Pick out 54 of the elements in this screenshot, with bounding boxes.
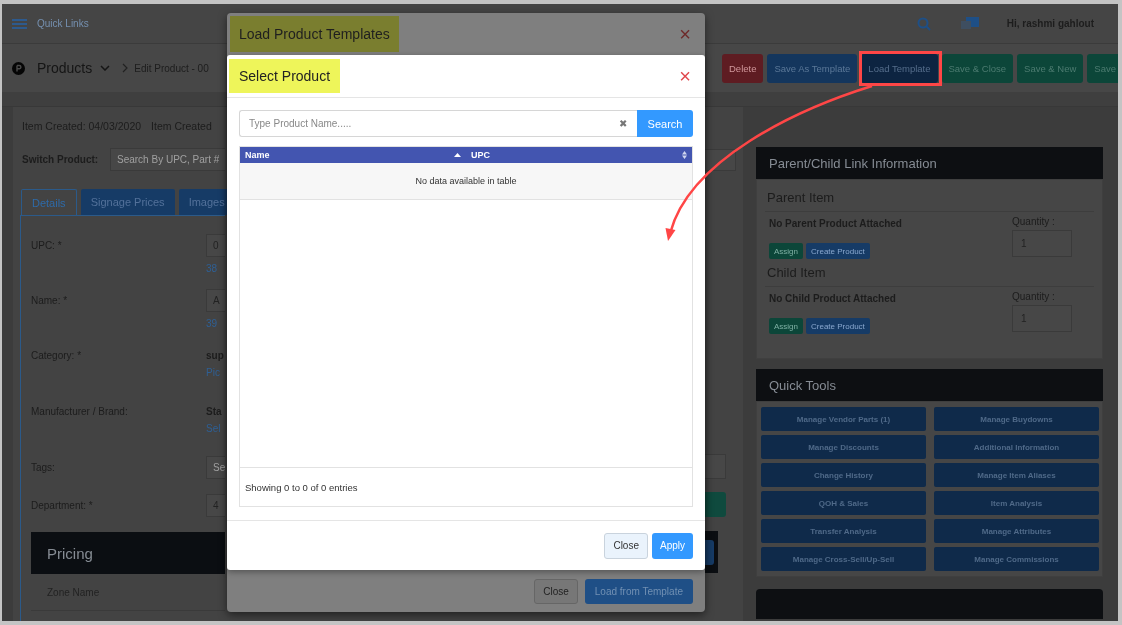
search-field[interactable]: Type Product Name..... ✖ (239, 110, 637, 137)
tool-button[interactable]: Manage Buydowns (934, 407, 1099, 431)
toolbar-button[interactable]: Save & New (1017, 53, 1084, 83)
tool-button[interactable]: Transfer Analysis (761, 519, 926, 543)
tool-button[interactable]: Manage Attributes (934, 519, 1099, 543)
sort-icon[interactable] (682, 151, 687, 159)
panel-header: Quick Tools (756, 369, 1103, 401)
panel-header: Parent/Child Link Information (756, 147, 1103, 179)
action-button[interactable]: Create Product (806, 318, 870, 334)
close-icon[interactable]: × (679, 24, 691, 44)
toolbar-button[interactable]: Save (1087, 53, 1118, 83)
empty-message: No data available in table (240, 163, 692, 200)
field-link[interactable]: Sel (206, 423, 222, 434)
tool-button[interactable]: Manage Vendor Parts (1) (761, 407, 926, 431)
modal-title: Load Product Templates (230, 16, 399, 52)
add-button[interactable] (703, 492, 726, 517)
input-field[interactable] (703, 454, 726, 479)
dialog-button[interactable]: Apply (652, 532, 693, 559)
table-info: Showing 0 to 0 of 0 entries (244, 480, 359, 495)
product-logo-icon (12, 61, 25, 75)
toolbar-button[interactable]: Load Template (861, 53, 938, 83)
panel-title: Pricing (46, 544, 93, 562)
field-link[interactable]: 38 (206, 263, 225, 274)
tool-button[interactable]: Manage Discounts (761, 435, 926, 459)
tool-button[interactable]: QOH & Sales (761, 491, 926, 515)
dialog-button[interactable]: Load from Template (584, 578, 693, 604)
tool-button[interactable]: Additional Information (934, 435, 1099, 459)
tool-button[interactable]: Manage Item Aliases (934, 463, 1099, 487)
tab[interactable]: Signage Prices (80, 189, 175, 215)
sort-up-icon[interactable] (454, 153, 461, 157)
quick-links-label[interactable]: Quick Links (37, 18, 89, 29)
dialog-button[interactable]: Close (604, 532, 648, 559)
close-icon[interactable]: × (679, 66, 691, 86)
dialog-button[interactable]: Close (534, 578, 578, 604)
modal-title: Select Product (229, 59, 341, 93)
input-field[interactable]: Se (206, 456, 225, 479)
action-button[interactable]: Assign (769, 318, 803, 334)
column-header[interactable]: UPC (471, 150, 490, 160)
tool-button[interactable]: Manage Cross-Sell/Up-Sell (761, 547, 926, 571)
field-link[interactable]: 39 (206, 318, 225, 329)
action-button[interactable]: Assign (769, 243, 803, 259)
toolbar-button[interactable]: Delete (722, 53, 764, 83)
field-link[interactable]: Pic (206, 367, 224, 378)
column-header[interactable]: Name (245, 150, 270, 160)
action-button[interactable]: Create Product (806, 243, 870, 259)
search-field[interactable]: Search By UPC, Part # (110, 148, 225, 171)
clear-icon[interactable]: ✖ (619, 118, 627, 129)
search-button[interactable]: Search (637, 110, 693, 137)
chevron-right-icon (122, 63, 129, 73)
tool-button[interactable]: Manage Commissions (934, 547, 1099, 571)
toolbar-button[interactable]: Save As Template (767, 53, 858, 83)
tool-button[interactable]: Change History (761, 463, 926, 487)
tool-button[interactable]: Item Analysis (934, 491, 1099, 515)
tab[interactable]: Details (21, 189, 77, 215)
